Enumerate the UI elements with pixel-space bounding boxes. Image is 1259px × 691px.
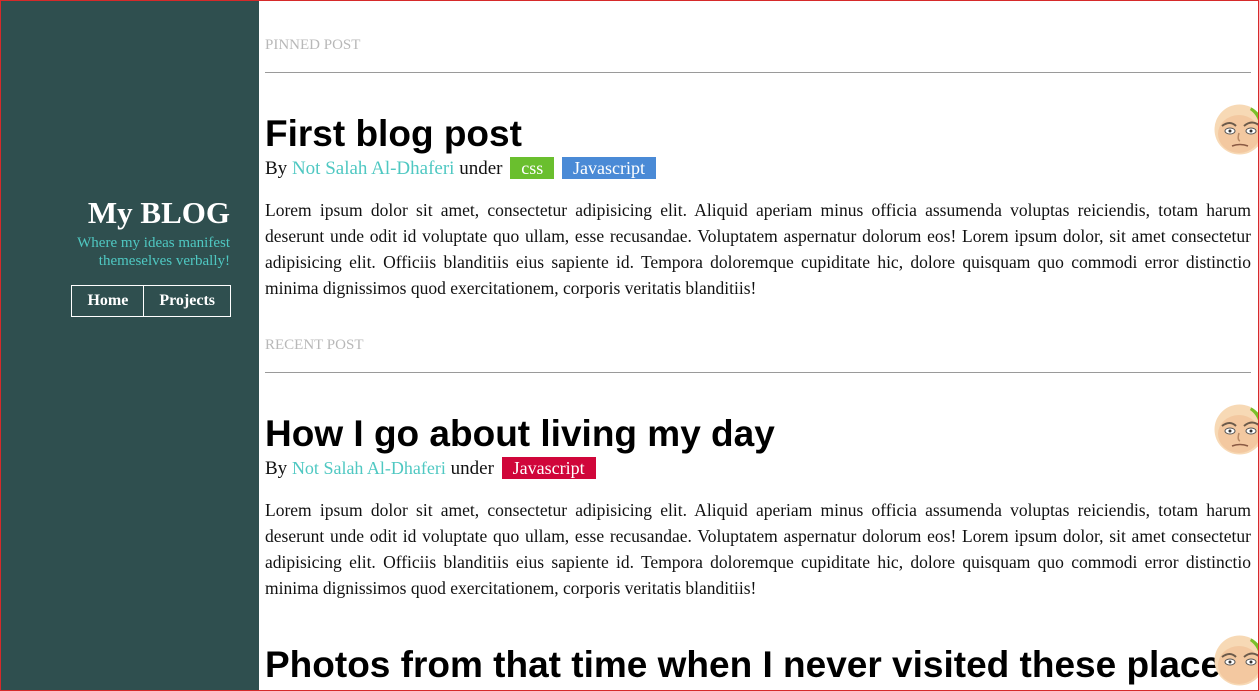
site-tagline: Where my ideas manifest themeselves verb… [77, 234, 230, 270]
main-nav: Home Projects [71, 285, 231, 317]
author-link[interactable]: Not Salah Al-Dhaferi [292, 158, 455, 179]
post-title[interactable]: First blog post [265, 112, 1251, 156]
avatar-icon[interactable] [1214, 104, 1259, 155]
recent-divider [265, 372, 1251, 373]
site-title[interactable]: My BLOG [77, 194, 230, 232]
post-card: First blog post By Not Salah Al-Dhaferi … [265, 104, 1258, 319]
byline-by: By [265, 458, 288, 479]
post-body: Lorem ipsum dolor sit amet, consectetur … [265, 200, 1251, 298]
post-title[interactable]: Photos from that time when I never visit… [265, 643, 1251, 687]
avatar-icon[interactable] [1214, 404, 1259, 455]
tagline-line-2: themeselves verbally! [98, 253, 230, 269]
post-byline: By Not Salah Al-Dhaferi under Javascript [265, 457, 1251, 480]
tagline-line-1: Where my ideas manifest [77, 235, 230, 251]
sidebar: My BLOG Where my ideas manifest themesel… [1, 1, 259, 690]
post-byline: By Not Salah Al-Dhaferi under css Javasc… [265, 157, 1251, 180]
byline-under: under [459, 158, 503, 179]
post-card: How I go about living my day By Not Sala… [265, 404, 1258, 619]
brand: My BLOG Where my ideas manifest themesel… [77, 194, 230, 270]
pinned-post-label: PINNED POST [265, 37, 361, 53]
recent-post-label: RECENT POST [265, 337, 364, 353]
tag-javascript[interactable]: Javascript [501, 457, 596, 479]
post-title[interactable]: How I go about living my day [265, 412, 1251, 456]
post-card: Photos from that time when I never visit… [265, 635, 1258, 687]
byline-under: under [450, 458, 494, 479]
pinned-divider [265, 72, 1251, 73]
avatar-icon[interactable] [1214, 635, 1259, 686]
tag-css[interactable]: css [510, 157, 555, 179]
nav-home-link[interactable]: Home [71, 285, 145, 317]
nav-projects-link[interactable]: Projects [144, 285, 231, 317]
page-frame: My BLOG Where my ideas manifest themesel… [0, 0, 1259, 691]
byline-by: By [265, 158, 288, 179]
author-link[interactable]: Not Salah Al-Dhaferi [292, 457, 446, 479]
tag-javascript[interactable]: Javascript [561, 157, 656, 179]
post-body: Lorem ipsum dolor sit amet, consectetur … [265, 500, 1251, 598]
main-content: PINNED POST First blog post By Not Salah… [265, 1, 1258, 690]
